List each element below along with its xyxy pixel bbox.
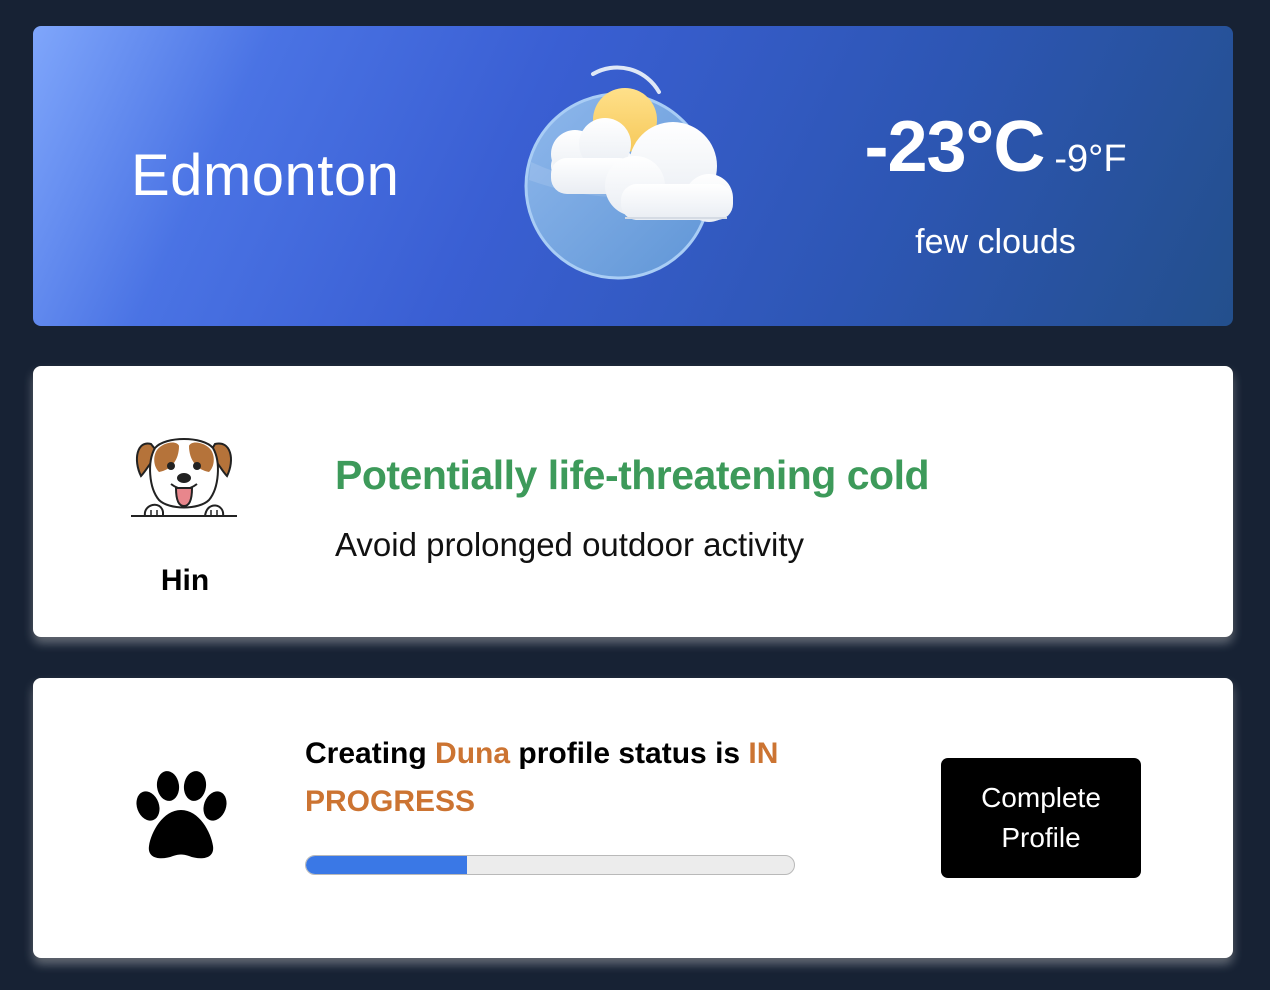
dog-avatar-icon: [131, 438, 237, 517]
pet-name: Hin: [160, 564, 210, 597]
profile-progress-bar: [305, 855, 795, 875]
status-prefix: Creating: [305, 737, 436, 770]
city-name: Edmonton: [131, 143, 400, 208]
cold-warning-card: Hin Potentially life-threatening cold Av…: [33, 366, 1233, 637]
profile-progress-fill: [306, 856, 468, 874]
profile-status-card: Creating Duna profile status is IN PROGR…: [33, 678, 1233, 958]
few-clouds-icon: [524, 65, 733, 280]
paw-icon: [136, 771, 227, 859]
temperature-celsius: -23°C: [864, 107, 1045, 187]
weather-description: few clouds: [915, 223, 1076, 261]
complete-profile-button[interactable]: Complete Profile: [941, 758, 1141, 878]
warning-title: Potentially life-threatening cold: [335, 452, 930, 498]
temperature-block: -23°C -9°F few clouds: [813, 106, 1178, 262]
status-pet-name: Duna: [435, 737, 511, 770]
status-middle: profile status is: [510, 737, 749, 770]
warning-subtitle: Avoid prolonged outdoor activity: [335, 526, 805, 563]
profile-status-text: Creating Duna profile status is IN PROGR…: [305, 730, 845, 826]
temperature-fahrenheit: -9°F: [1054, 138, 1127, 180]
weather-card: Edmonton -23°C -9°F few clouds: [33, 26, 1233, 326]
